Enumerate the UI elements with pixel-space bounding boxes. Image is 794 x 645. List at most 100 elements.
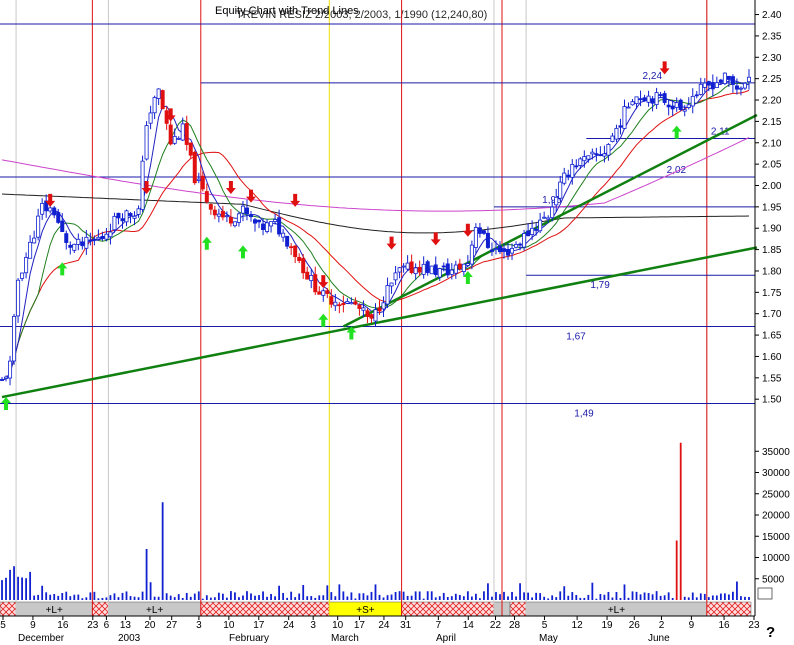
candle-body	[670, 105, 675, 110]
time-tick-label: 22	[490, 620, 502, 631]
candle-body	[124, 210, 129, 223]
candle-body	[702, 82, 707, 88]
candle-body	[726, 75, 731, 80]
time-tick-label: 10	[332, 620, 344, 631]
candle-body	[309, 275, 314, 282]
candle-body	[192, 151, 197, 184]
level-label: 1,67	[566, 332, 586, 343]
time-tick-label: 3	[196, 620, 202, 631]
candle-body	[642, 97, 647, 102]
volume-tick-label: 20000	[762, 511, 790, 522]
price-tick-label: 1.50	[762, 395, 782, 406]
candle-body	[465, 263, 470, 266]
candle-body	[522, 233, 527, 248]
candle-body	[714, 82, 719, 89]
candle-body	[337, 304, 342, 307]
candle-body	[526, 230, 531, 237]
price-tick-label: 2.40	[762, 10, 782, 21]
candle-body	[100, 235, 105, 239]
candle-body	[461, 263, 466, 272]
candle-body	[401, 265, 406, 268]
candle-body	[184, 123, 189, 145]
month-label: February	[229, 633, 269, 644]
candle-body	[634, 96, 639, 105]
time-tick-label: 27	[166, 620, 178, 631]
signal-segment	[509, 601, 527, 617]
candle-body	[28, 241, 33, 259]
candle-body	[160, 90, 165, 110]
candle-body	[136, 208, 141, 215]
time-tick-label: 26	[629, 620, 641, 631]
volume-tick-label: 30000	[762, 468, 790, 479]
candle-body	[60, 220, 65, 232]
time-tick-label: 9	[30, 620, 36, 631]
price-tick-label: 1.85	[762, 245, 782, 256]
candle-body	[253, 219, 258, 224]
candle-body	[52, 207, 57, 216]
candle-body	[281, 232, 286, 238]
month-label: April	[436, 633, 456, 644]
volume-tick-label: 10000	[762, 553, 790, 564]
candle-body	[277, 217, 282, 235]
time-tick-label: 31	[400, 620, 412, 631]
candle-body	[614, 127, 619, 140]
price-tick-label: 2.20	[762, 96, 782, 107]
price-tick-label: 1.80	[762, 266, 782, 277]
stock-chart: Equity Chart with Trend Lines TREVIN RES…	[0, 0, 794, 645]
candle-body	[128, 213, 133, 216]
help-glyph[interactable]: ?	[766, 624, 775, 641]
candle-body	[586, 155, 591, 160]
time-tick-label: 23	[87, 620, 99, 631]
time-tick-label: 16	[718, 620, 730, 631]
candle-body	[140, 160, 145, 210]
time-tick-label: 20	[144, 620, 156, 631]
price-tick-label: 1.60	[762, 352, 782, 363]
candle-body	[321, 290, 326, 296]
candle-body	[269, 221, 274, 227]
candle-body	[212, 209, 217, 216]
candle-body	[120, 218, 125, 222]
time-tick-label: 23	[748, 620, 760, 631]
candle-body	[502, 248, 507, 252]
candle-body	[373, 309, 378, 322]
candle-body	[377, 307, 382, 312]
candle-body	[80, 241, 85, 247]
candle-body	[289, 246, 294, 249]
candle-body	[236, 213, 241, 223]
candle-body	[232, 221, 237, 227]
candle-body	[12, 316, 17, 362]
candle-body	[204, 191, 209, 203]
candle-body	[610, 135, 615, 142]
time-tick-label: 9	[689, 620, 695, 631]
candle-body	[746, 76, 751, 83]
candle-body	[566, 174, 571, 178]
candle-body	[530, 227, 535, 235]
candle-body	[24, 257, 29, 274]
price-tick-label: 2.30	[762, 53, 782, 64]
candle-body	[196, 178, 201, 181]
time-tick-label: 7	[436, 620, 442, 631]
price-tick-label: 2.35	[762, 31, 782, 42]
price-tick-label: 2.10	[762, 138, 782, 149]
candle-body	[32, 237, 37, 244]
candle-body	[638, 98, 643, 101]
candle-body	[56, 212, 61, 223]
candle-body	[710, 82, 715, 90]
time-tick-label: 5	[542, 620, 548, 631]
candle-body	[148, 112, 153, 124]
candle-body	[8, 360, 13, 379]
time-tick-label: 13	[120, 620, 132, 631]
candle-body	[694, 94, 699, 97]
candle-body	[489, 249, 494, 252]
candle-body	[598, 154, 603, 157]
candle-body	[678, 99, 683, 110]
candle-body	[493, 248, 498, 250]
candle-body	[188, 142, 193, 156]
candle-body	[506, 248, 511, 256]
candle-body	[518, 243, 523, 246]
candle-body	[152, 97, 157, 114]
candle-body	[477, 227, 482, 234]
candle-body	[333, 301, 338, 307]
candle-body	[16, 279, 21, 317]
candle-body	[730, 76, 735, 85]
